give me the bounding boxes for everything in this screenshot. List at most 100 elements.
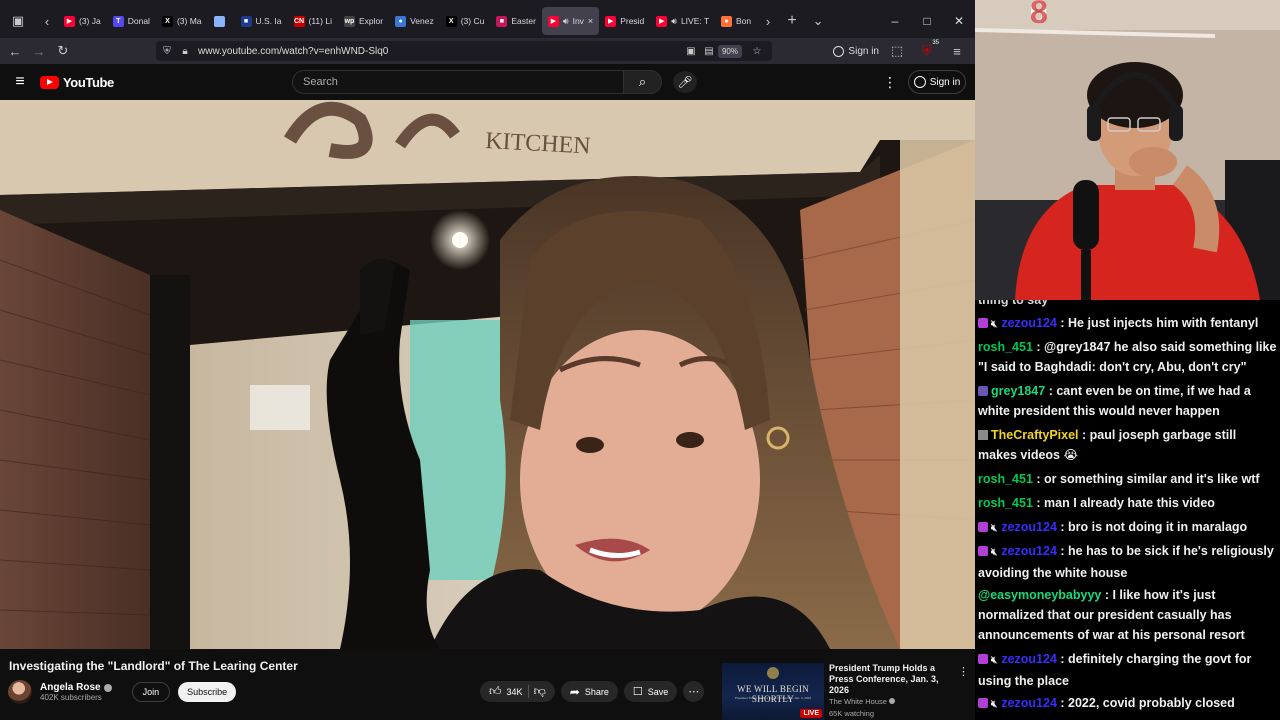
chat-username[interactable]: rosh_451 bbox=[978, 340, 1033, 354]
tab-overview-icon[interactable]: ▣ bbox=[0, 8, 36, 34]
share-button[interactable]: ➦ Share bbox=[560, 681, 618, 702]
browser-tab[interactable]: ● Bon bbox=[715, 7, 757, 35]
reload-icon[interactable]: ↻ bbox=[51, 39, 75, 63]
picture-in-picture-icon[interactable]: ▣ bbox=[682, 42, 700, 60]
youtube-signin-label: Sign in bbox=[929, 76, 961, 88]
chat-separator: : bbox=[1056, 652, 1069, 666]
save-button[interactable]: ☐ Save bbox=[623, 681, 678, 702]
maximize-icon[interactable]: □ bbox=[911, 0, 943, 42]
verified-icon bbox=[889, 698, 896, 704]
channel-name-text: Angela Rose bbox=[40, 682, 101, 693]
chat-message: 🔇︎ zezou124 : He just injects him with fe… bbox=[978, 313, 1278, 335]
recommended-thumbnail[interactable]: WE WILL BEGIN SHORTLY President Trump Ho… bbox=[722, 663, 824, 720]
news-icon: ■ bbox=[240, 15, 252, 27]
firefox-icon: ● bbox=[720, 15, 732, 27]
recommended-more-icon[interactable]: ⋮ bbox=[958, 665, 969, 678]
moderator-badge-icon bbox=[978, 430, 988, 440]
forward-icon[interactable]: → bbox=[27, 39, 51, 63]
browser-tab[interactable] bbox=[208, 7, 235, 35]
channel-avatar[interactable] bbox=[8, 680, 32, 704]
browser-tab[interactable]: X (3) Cu bbox=[440, 7, 491, 35]
ublock-icon[interactable]: ⛨ 35 bbox=[915, 39, 939, 63]
tab-label: Donal bbox=[127, 16, 150, 26]
search-input[interactable]: Search bbox=[292, 70, 624, 94]
youtube-icon: ▶ bbox=[547, 15, 559, 27]
truth-social-icon: T bbox=[112, 15, 124, 27]
firefox-account-button[interactable]: Sign in bbox=[833, 45, 879, 57]
tabs-scroll-right-icon[interactable]: › bbox=[757, 8, 779, 34]
chat-username[interactable]: zezou124 bbox=[1001, 696, 1057, 710]
subscribe-button[interactable]: Subscribe bbox=[178, 682, 237, 702]
guide-menu-icon[interactable]: ≡ bbox=[0, 64, 40, 100]
settings-more-icon[interactable]: ⋮ bbox=[882, 71, 898, 93]
recommended-video[interactable]: WE WILL BEGIN SHORTLY President Trump Ho… bbox=[722, 663, 975, 720]
video-metadata: Investigating the "Landlord" of The Lear… bbox=[0, 649, 975, 720]
video-player[interactable]: KITCHEN bbox=[0, 100, 975, 649]
browser-tab[interactable]: T Donal bbox=[107, 7, 156, 35]
video-actions: 👍︎ 34K 👎︎ ➦ Share ☐ Save ⋯ bbox=[480, 681, 705, 702]
browser-tab[interactable]: ▶ 🔊︎ Inv × bbox=[541, 7, 600, 35]
subscriber-count: 402K subscribers bbox=[40, 693, 102, 702]
browser-tab[interactable]: ▶ Presid bbox=[599, 7, 650, 35]
chat-separator: : bbox=[1056, 316, 1069, 330]
back-icon[interactable]: ← bbox=[3, 39, 27, 63]
browser-tab[interactable]: ■ Easter bbox=[490, 7, 542, 35]
chat-separator: : bbox=[1032, 340, 1045, 354]
video-title: Investigating the "Landlord" of The Lear… bbox=[9, 659, 298, 673]
browser-tab[interactable]: ■ U.S. Ia bbox=[235, 7, 288, 35]
chat-username[interactable]: TheCraftyPixel bbox=[991, 428, 1079, 442]
browser-tab[interactable]: CN (11) Li bbox=[288, 7, 338, 35]
url-text[interactable]: www.youtube.com/watch?v=enhWND-Slq0 bbox=[198, 46, 682, 57]
tab-list-dropdown-icon[interactable]: ⌄ bbox=[805, 8, 831, 34]
channel-name[interactable]: Angela Rose bbox=[40, 682, 112, 693]
browser-tab[interactable]: ▶ (3) Ja bbox=[58, 7, 107, 35]
tab-label: (3) Ma bbox=[176, 16, 202, 26]
youtube-logo[interactable]: YouTube bbox=[40, 75, 114, 90]
presidential-seal-icon bbox=[767, 667, 779, 679]
minimize-icon[interactable]: – bbox=[879, 0, 911, 42]
browser-tab[interactable]: wp Explor bbox=[338, 7, 389, 35]
chat-text: or something similar and it's like wtf bbox=[1044, 472, 1260, 486]
chat-username[interactable]: zezou124 bbox=[1001, 316, 1057, 330]
bookmark-star-icon[interactable]: ☆ bbox=[748, 42, 766, 60]
tabs-scroll-left-icon[interactable]: ‹ bbox=[36, 8, 58, 34]
voice-search-mic-icon[interactable]: 🎤︎ bbox=[673, 71, 697, 93]
chat-separator: : bbox=[1056, 520, 1069, 534]
speaker-icon[interactable]: 🔊︎ bbox=[563, 16, 569, 27]
reader-view-icon[interactable]: ▤ bbox=[700, 42, 718, 60]
youtube-signin-button[interactable]: Sign in bbox=[908, 70, 966, 94]
search-button[interactable]: ⌕ bbox=[624, 70, 662, 94]
speaker-icon[interactable]: 🔊︎ bbox=[671, 16, 677, 27]
join-button[interactable]: Join bbox=[131, 682, 171, 702]
close-window-icon[interactable]: ✕ bbox=[943, 0, 975, 42]
live-badge: LIVE bbox=[800, 709, 822, 718]
chat-username[interactable]: zezou124 bbox=[1001, 544, 1057, 558]
menu-icon[interactable]: ≡ bbox=[945, 39, 969, 63]
chat-username[interactable]: grey1847 bbox=[991, 384, 1045, 398]
extensions-icon[interactable]: ⬚ bbox=[885, 39, 909, 63]
browser-tab[interactable]: ● Venez bbox=[389, 7, 440, 35]
chat-username[interactable]: zezou124 bbox=[1001, 520, 1057, 534]
close-tab-icon[interactable]: × bbox=[588, 16, 593, 26]
chat-username[interactable]: zezou124 bbox=[1001, 652, 1057, 666]
new-tab-icon[interactable]: + bbox=[779, 8, 805, 34]
lock-icon[interactable]: 🔒︎ bbox=[176, 42, 194, 60]
chat-username[interactable]: rosh_451 bbox=[978, 496, 1033, 510]
chat-message: TheCraftyPixel : paul joseph garbage sti… bbox=[978, 425, 1278, 465]
chat-username[interactable]: rosh_451 bbox=[978, 472, 1033, 486]
browser-tab-strip: ▣ ‹ ▶ (3) Ja T Donal X (3) Ma ■ U.S. Ia CN (11) L… bbox=[0, 0, 975, 42]
youtube-icon: ▶ bbox=[64, 15, 75, 27]
browser-tab[interactable]: ▶ 🔊︎ LIVE: T bbox=[650, 7, 715, 35]
more-actions-icon[interactable]: ⋯ bbox=[683, 681, 705, 702]
cnn-icon: CN bbox=[293, 15, 305, 27]
shield-icon[interactable]: ⛨ bbox=[158, 42, 176, 60]
like-button[interactable]: 👍︎ 34K bbox=[489, 684, 523, 699]
recommended-channel[interactable]: The White House bbox=[829, 696, 957, 708]
browser-tab[interactable]: X (3) Ma bbox=[156, 7, 208, 35]
zoom-level[interactable]: 90% bbox=[717, 44, 742, 58]
recommended-title[interactable]: President Trump Holds a Press Conference… bbox=[829, 663, 957, 696]
dislike-button[interactable]: 👎︎ bbox=[534, 684, 546, 699]
chat-username[interactable]: @easymoneybabyyy bbox=[978, 588, 1101, 602]
address-bar[interactable]: ⛨ 🔒︎ www.youtube.com/watch?v=enhWND-Slq0… bbox=[156, 41, 772, 61]
verified-icon bbox=[103, 683, 112, 692]
